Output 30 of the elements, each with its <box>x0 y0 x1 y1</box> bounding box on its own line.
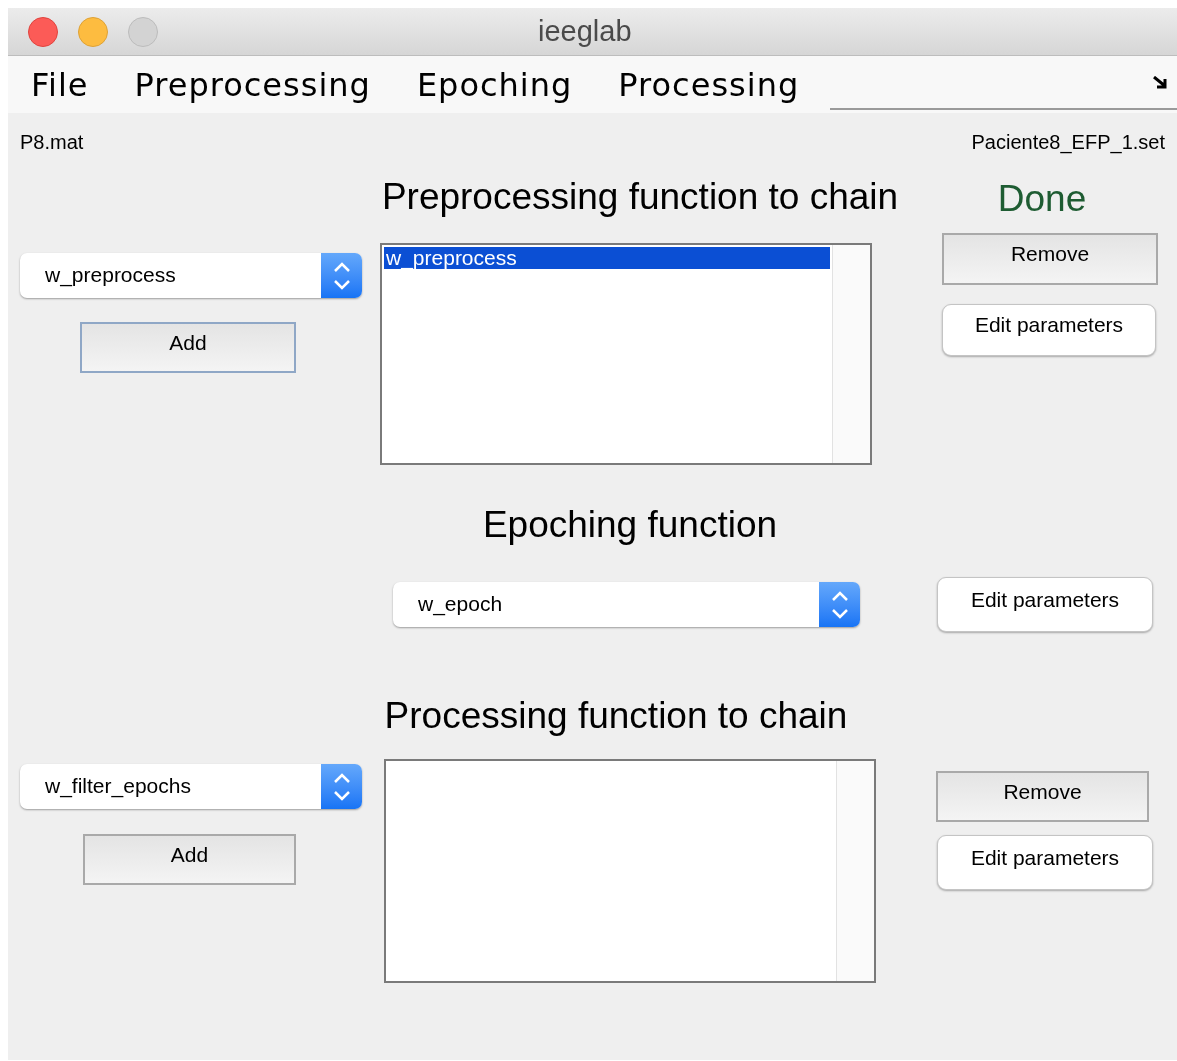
function-dropdown[interactable]: w_preprocess <box>20 253 362 298</box>
zoom-button[interactable] <box>128 16 158 47</box>
function-list[interactable]: w_preprocess <box>380 243 872 465</box>
scroll-bar[interactable] <box>836 761 874 981</box>
minimize-button[interactable] <box>78 16 108 47</box>
remove-button[interactable]: Remove <box>936 771 1149 822</box>
scroll-bar[interactable] <box>832 245 870 463</box>
status-text: Done <box>996 177 1088 221</box>
function-list[interactable] <box>384 759 876 983</box>
file-name: P8.mat <box>20 130 84 155</box>
section-heading: Processing function to chain <box>383 694 849 738</box>
section-heading: Epoching function <box>481 503 779 547</box>
menu-item[interactable]: Epoching <box>416 60 573 109</box>
edit-parameters-button[interactable]: Edit parameters <box>942 304 1156 356</box>
close-button[interactable] <box>28 16 58 47</box>
add-button[interactable]: Add <box>80 322 296 373</box>
function-dropdown[interactable]: w_filter_epochs <box>20 764 362 809</box>
list-item[interactable]: w_preprocess <box>384 247 830 269</box>
menu-item[interactable]: Preprocessing <box>134 60 371 109</box>
window-title: ieeglab <box>538 13 632 49</box>
section-heading: Preprocessing function to chain <box>380 175 900 219</box>
resize-icon[interactable] <box>1153 76 1169 90</box>
edit-parameters-button[interactable]: Edit parameters <box>937 835 1153 890</box>
remove-button[interactable]: Remove <box>942 233 1158 285</box>
menu-item[interactable]: Processing <box>618 60 800 109</box>
file-name: Paciente8_EFP_1.set <box>971 130 1165 156</box>
function-dropdown[interactable]: w_epoch <box>393 582 860 627</box>
menu-item[interactable]: File <box>31 60 89 109</box>
add-button[interactable]: Add <box>83 834 296 885</box>
edit-parameters-button[interactable]: Edit parameters <box>937 577 1153 632</box>
